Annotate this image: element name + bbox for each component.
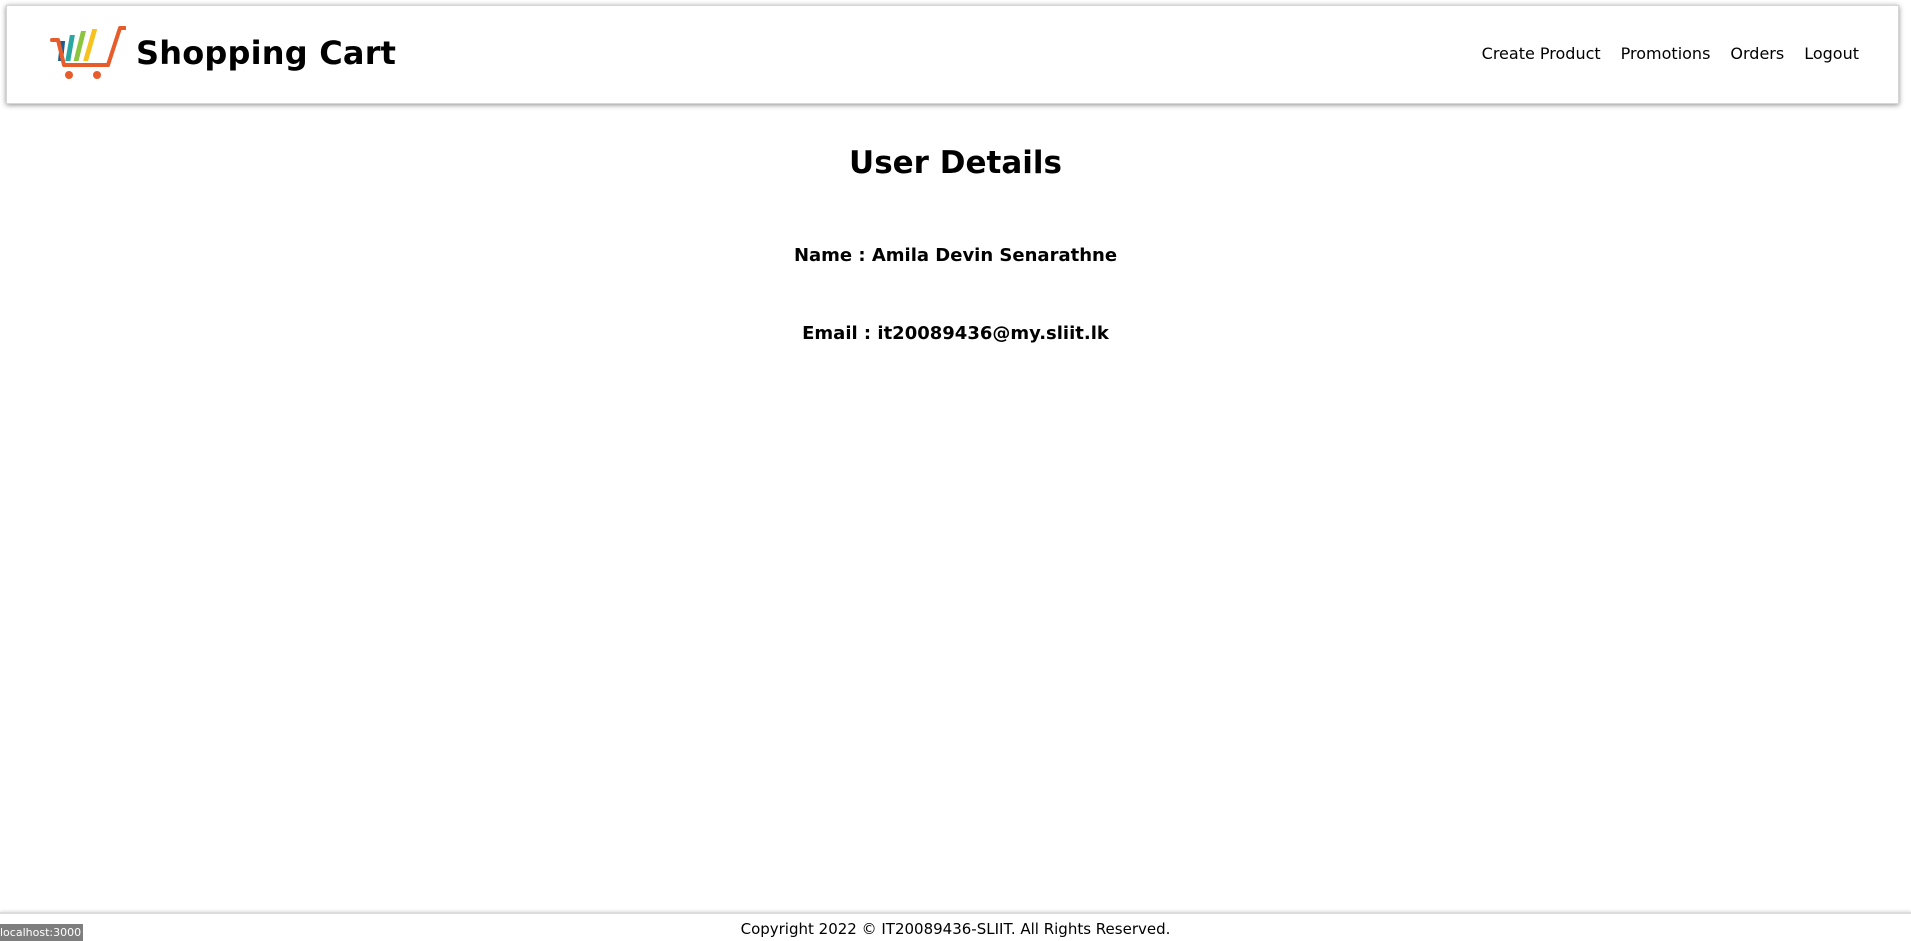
status-bar-url: localhost:3000 — [0, 924, 83, 941]
brand-title: Shopping Cart — [136, 34, 397, 72]
nav-links: Create Product Promotions Orders Logout — [1482, 44, 1859, 63]
nav-promotions-link[interactable]: Promotions — [1621, 44, 1711, 63]
user-name: Name : Amila Devin Senarathne — [793, 245, 1118, 266]
shopping-cart-icon — [50, 26, 126, 79]
user-details-section: User Details Name : Amila Devin Senarath… — [0, 140, 1911, 347]
brand[interactable]: Shopping Cart — [50, 23, 396, 83]
nav-logout-link[interactable]: Logout — [1804, 44, 1859, 63]
nav-create-product-link[interactable]: Create Product — [1482, 44, 1601, 63]
footer: Copyright 2022 © IT20089436-SLIIT. All R… — [0, 912, 1911, 941]
nav-orders-link[interactable]: Orders — [1730, 44, 1784, 63]
page-title: User Details — [849, 145, 1062, 181]
page: Shopping Cart Create Product Promotions … — [0, 0, 1911, 941]
navbar: Shopping Cart Create Product Promotions … — [6, 5, 1899, 104]
copyright-text: Copyright 2022 © IT20089436-SLIIT. All R… — [740, 920, 1171, 938]
user-email: Email : it20089436@my.sliit.lk — [802, 323, 1109, 344]
